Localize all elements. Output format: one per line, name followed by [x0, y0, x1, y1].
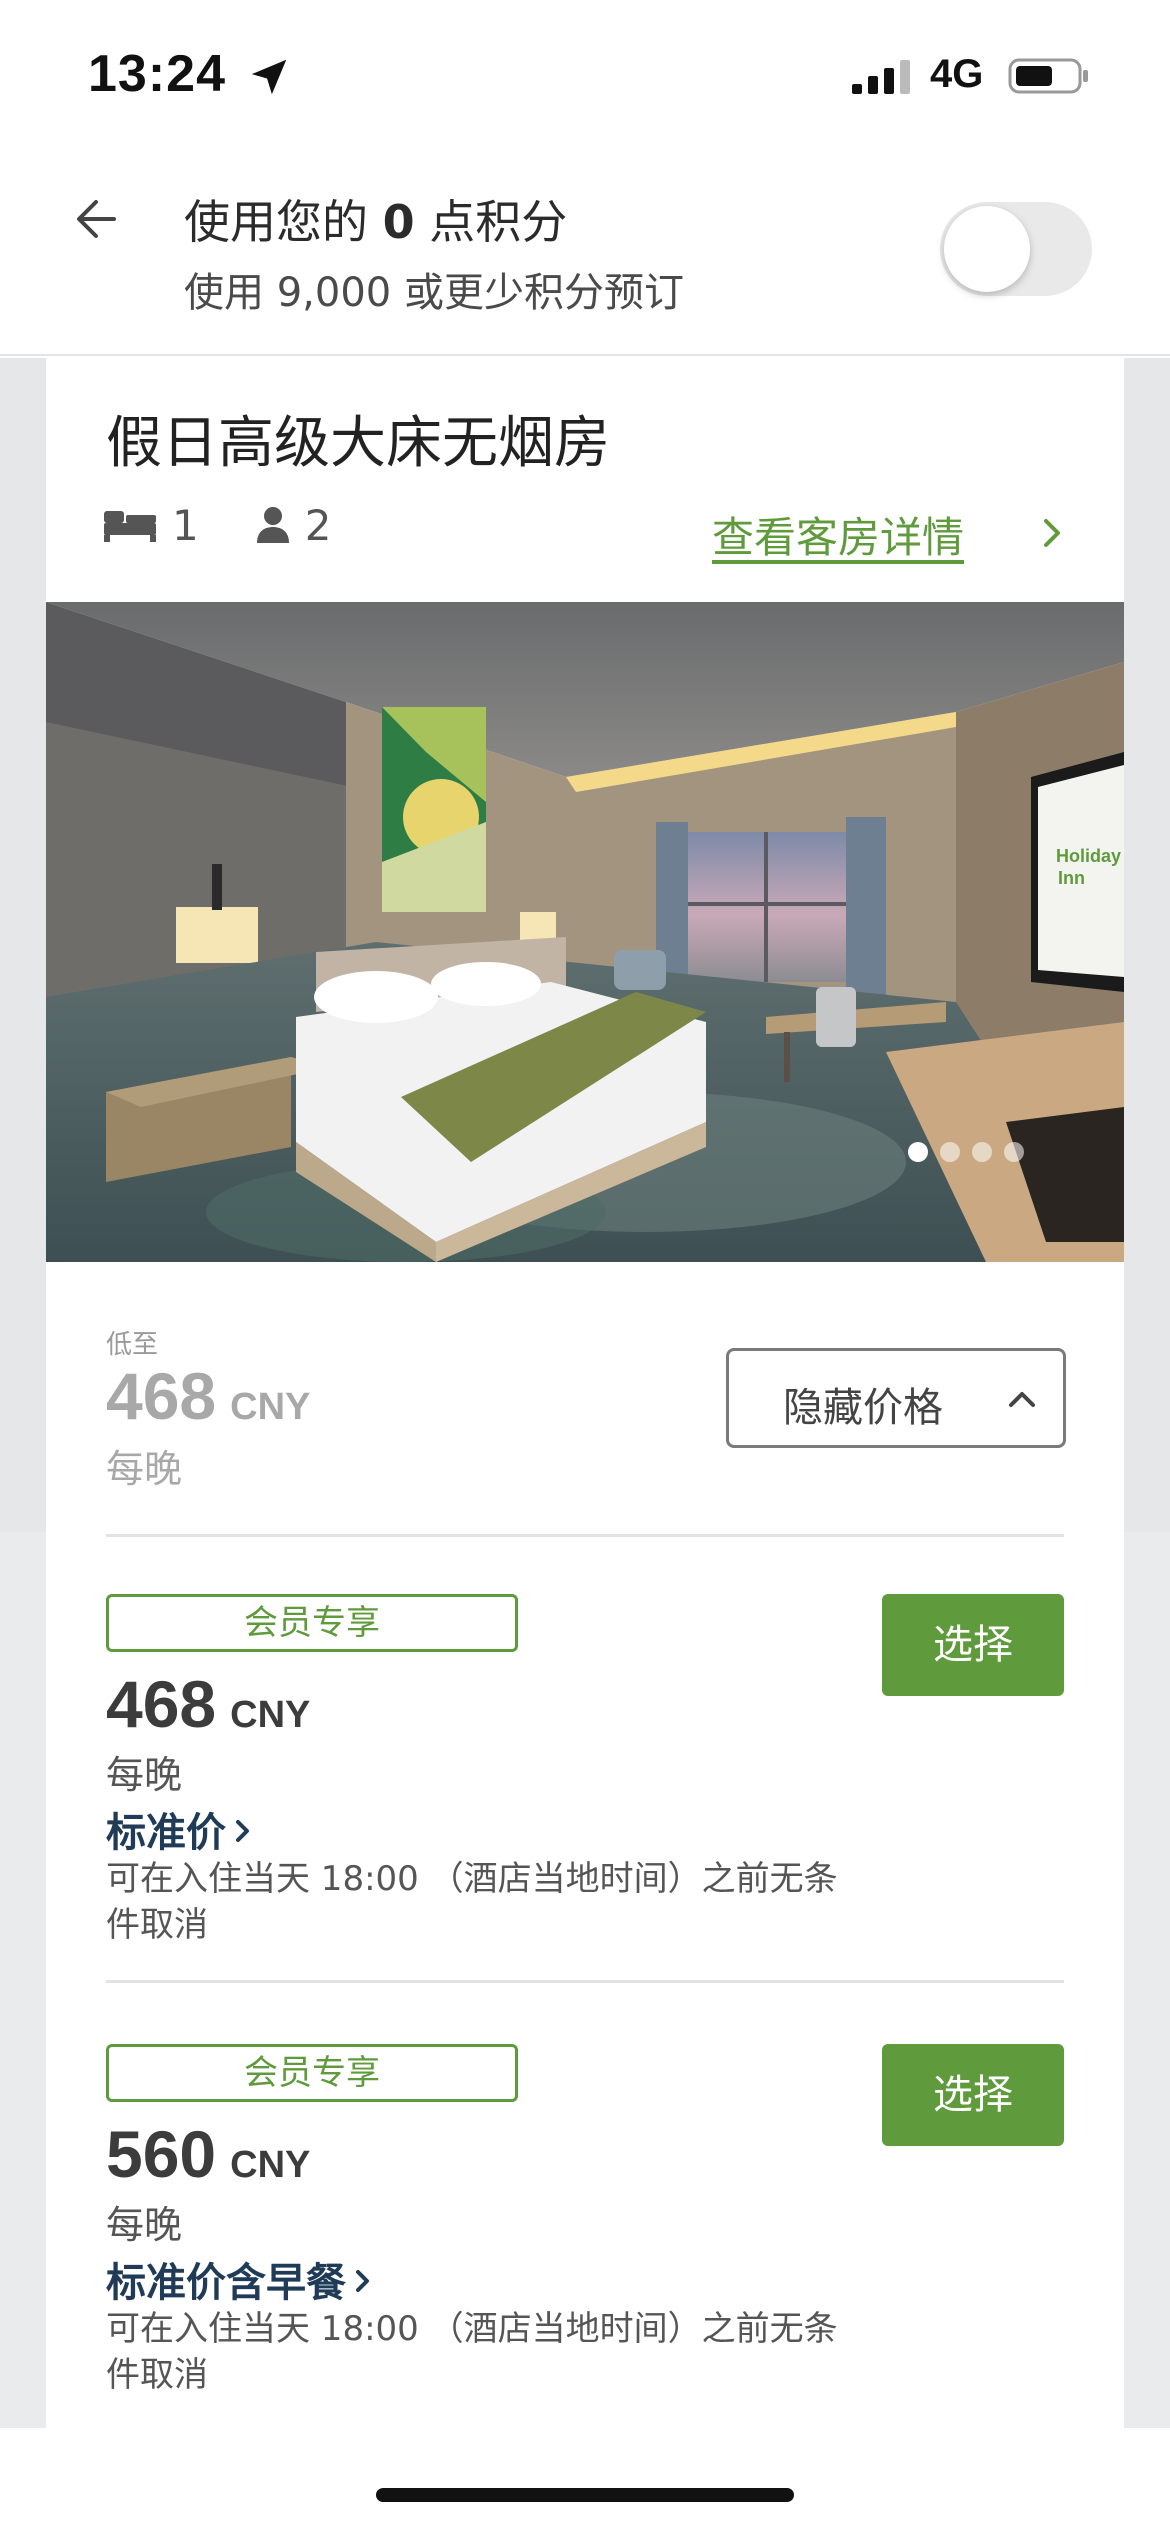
points-title-prefix: 使用您的 [184, 195, 383, 249]
battery-icon [1008, 58, 1088, 94]
svg-text:Inn: Inn [1058, 868, 1085, 888]
rate-option: 会员专享 560 CNY 每晚 标准价含早餐 可在入住当天 18:00 （酒店当… [46, 2044, 1124, 2484]
network-type: 4G [930, 52, 984, 96]
chevron-right-icon [236, 1820, 249, 1842]
location-arrow-icon [251, 59, 287, 95]
room-details-link[interactable]: 查看客房详情 [712, 504, 964, 565]
rate-per-night: 每晚 [106, 2203, 183, 2247]
from-price: 468 CNY [106, 1358, 310, 1434]
carousel-dot[interactable] [1004, 1142, 1024, 1162]
select-button[interactable]: 选择 [882, 1594, 1064, 1696]
rate-name-link[interactable]: 标准价含早餐 [106, 2250, 374, 2308]
hide-prices-button[interactable]: 隐藏价格 [726, 1348, 1066, 1448]
svg-text:Holiday: Holiday [1056, 846, 1121, 866]
rate-per-night: 每晚 [106, 1753, 183, 1797]
from-price-label: 低至 [106, 1330, 159, 1360]
room-photo-illustration: Holiday Inn [46, 602, 1124, 1262]
use-points-toggle[interactable] [940, 202, 1092, 296]
status-bar: 13:24 4G [0, 0, 1170, 150]
member-exclusive-badge: 会员专享 [106, 2044, 518, 2102]
chevron-right-icon[interactable] [1038, 516, 1066, 550]
home-indicator[interactable] [376, 2488, 794, 2502]
rate-price-currency: CNY [230, 2144, 311, 2186]
toggle-knob [944, 206, 1030, 292]
carousel-dot[interactable] [940, 1142, 960, 1162]
rate-name: 标准价 [106, 1810, 226, 1856]
rate-price-value: 468 [106, 1667, 217, 1741]
signal-icon [852, 60, 910, 94]
room-card: 假日高级大床无烟房 1 2 查看客房详情 Holiday Inn 低至 468 … [46, 358, 1124, 2428]
room-title: 假日高级大床无烟房 [106, 411, 610, 476]
rate-name: 标准价含早餐 [106, 2260, 346, 2306]
cancellation-policy: 可在入住当天 18:00 （酒店当地时间）之前无条件取消 [106, 2309, 838, 2395]
rate-price: 560 CNY [106, 2116, 310, 2192]
bed-count: 1 [172, 500, 199, 550]
cancellation-policy: 可在入住当天 18:00 （酒店当地时间）之前无条件取消 [106, 1859, 838, 1945]
carousel-dot[interactable] [908, 1142, 928, 1162]
select-button[interactable]: 选择 [882, 2044, 1064, 2146]
divider [106, 1980, 1064, 1983]
rate-option: 会员专享 468 CNY 每晚 标准价 可在入住当天 18:00 （酒店当地时间… [46, 1594, 1124, 2034]
carousel-dot[interactable] [972, 1142, 992, 1162]
points-title-suffix: 点积分 [414, 195, 568, 249]
back-arrow-icon[interactable] [66, 186, 132, 252]
chevron-up-icon [1009, 1392, 1035, 1407]
rate-name-link[interactable]: 标准价 [106, 1800, 254, 1858]
chevron-right-icon [356, 2270, 369, 2292]
rate-price-value: 560 [106, 2117, 217, 2191]
divider [106, 1534, 1064, 1537]
rate-price: 468 CNY [106, 1666, 310, 1742]
points-header: 使用您的 0 点积分 使用 9,000 或更少积分预订 [0, 150, 1170, 356]
from-price-currency: CNY [230, 1386, 311, 1428]
from-price-per-night: 每晚 [106, 1447, 183, 1491]
points-subtitle: 使用 9,000 或更少积分预订 [184, 270, 684, 316]
points-value: 0 [382, 195, 415, 249]
guest-count: 2 [304, 500, 332, 550]
bottom-safe-area [0, 2428, 1170, 2532]
status-time: 13:24 [88, 45, 226, 103]
room-photo[interactable]: Holiday Inn [46, 602, 1124, 1262]
points-title: 使用您的 0 点积分 [184, 186, 567, 252]
bed-icon [104, 511, 156, 542]
room-meta: 1 2 [102, 500, 331, 550]
photo-carousel-dots[interactable] [908, 1142, 1024, 1162]
guest-icon [256, 507, 289, 543]
from-price-value: 468 [106, 1359, 217, 1433]
hide-prices-label: 隐藏价格 [783, 1385, 943, 1431]
rate-price-currency: CNY [230, 1694, 311, 1736]
member-exclusive-badge: 会员专享 [106, 1594, 518, 1652]
